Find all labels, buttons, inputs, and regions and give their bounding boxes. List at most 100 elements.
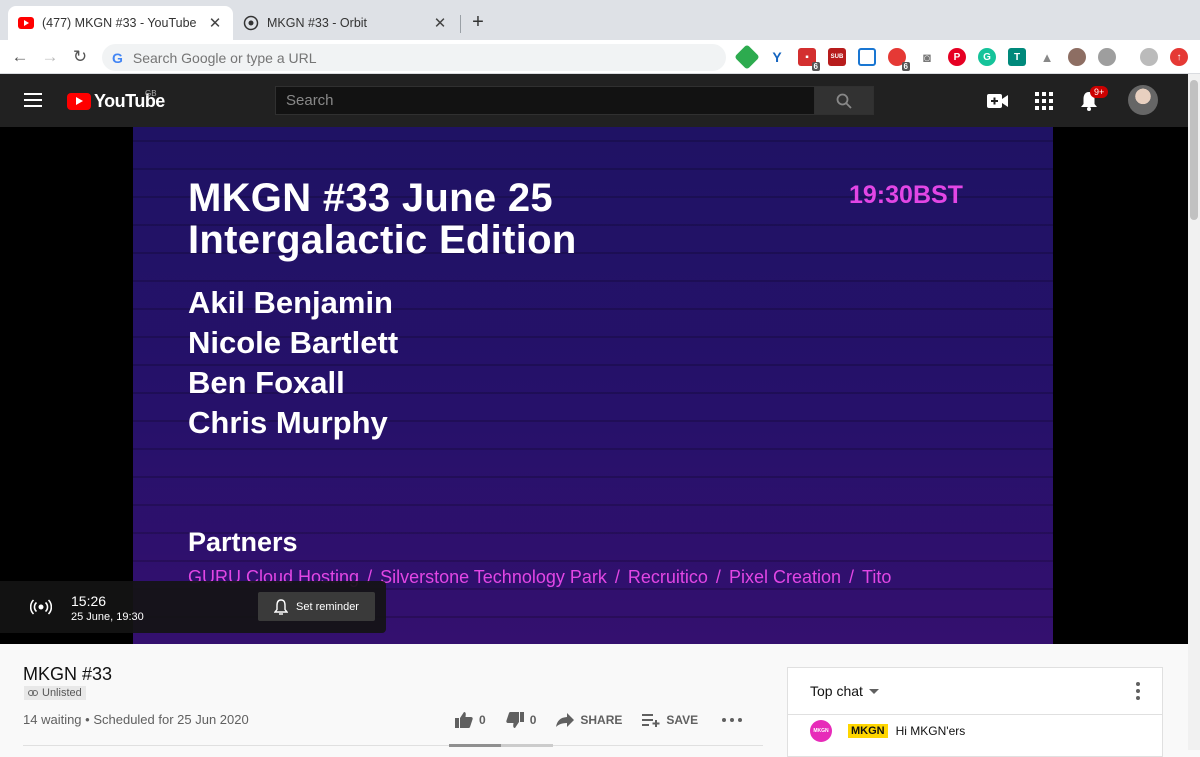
more-horizontal-icon [722,718,743,722]
youtube-favicon-icon [18,15,34,31]
slide-title-line-2: Intergalactic Edition [188,218,577,262]
extension-green-icon[interactable] [734,44,760,70]
extension-record-icon[interactable]: 6 [888,48,910,71]
youtube-logo[interactable]: YouTube GB [67,89,165,112]
sentiment-fill [449,744,501,747]
search-input[interactable] [276,87,814,114]
like-button[interactable]: 0 [455,712,486,728]
set-reminder-label: Set reminder [296,600,359,613]
link-icon [28,690,38,696]
new-tab-button[interactable]: + [468,11,488,35]
chat-avatar: MKGN [810,720,832,742]
extension-teal-icon[interactable]: T [1008,48,1026,66]
info-divider [23,745,763,746]
unlisted-badge: Unlisted [24,686,86,700]
menu-icon[interactable] [24,93,42,107]
google-g-icon: G [112,49,123,66]
close-tab-icon[interactable]: ✕ [432,14,448,32]
partners-heading: Partners [188,527,298,557]
extension-y-icon[interactable]: Y [768,48,786,66]
premiere-countdown: 15:26 [71,593,107,609]
back-arrow-icon[interactable]: ← [8,45,32,69]
extension-red-icon[interactable]: ▪ 6 [798,48,820,71]
speaker-name: Nicole Bartlett [188,325,399,360]
like-count: 0 [479,713,486,727]
save-label: SAVE [666,713,699,727]
tab-title: MKGN #33 - Orbit [267,16,368,30]
orbit-favicon-icon [243,15,259,31]
chat-more-options-icon[interactable] [1136,682,1140,700]
slide-title: MKGN #33 June 25 Intergalactic Edition [188,177,577,261]
video-player[interactable]: MKGN #33 June 25 Intergalactic Edition 1… [0,127,1188,644]
dislike-button[interactable]: 0 [506,712,537,728]
close-tab-icon[interactable]: ✕ [207,14,223,32]
chat-author-badge[interactable]: MKGN [848,724,888,738]
extension-triangle-icon[interactable]: ▲ [1038,48,1056,66]
extension-bubble-icon[interactable] [1098,48,1116,66]
forward-arrow-icon[interactable]: → [38,45,62,69]
set-reminder-button[interactable]: Set reminder [258,592,375,621]
save-button[interactable]: SAVE [642,713,698,727]
apps-grid-icon[interactable] [1032,89,1056,113]
create-video-icon[interactable] [986,89,1010,113]
cookie-icon[interactable] [1068,48,1086,66]
extension-subs-icon[interactable]: SUB [828,48,846,66]
chat-header[interactable]: Top chat [788,668,1162,715]
reload-icon[interactable]: ↻ [68,45,92,69]
slide-time: 19:30BST [849,181,963,209]
tab-title: (477) MKGN #33 - YouTube [42,16,197,30]
tab-youtube[interactable]: (477) MKGN #33 - YouTube ✕ [8,6,233,40]
chat-message: MKGN MKGN Hi MKGN'ers [788,715,1162,742]
address-bar[interactable]: G [102,44,726,71]
live-chat-panel: Top chat MKGN MKGN Hi MKGN'ers [787,667,1163,757]
speaker-name: Akil Benjamin [188,285,393,320]
thumbs-down-icon [506,712,524,728]
share-label: SHARE [580,713,623,727]
waiting-count: 14 waiting [23,712,82,727]
camera-icon[interactable]: ◙ [918,48,936,66]
speaker-name: Chris Murphy [188,405,388,440]
partner-name: Tito [862,567,892,587]
premiere-overlay: 15:26 25 June, 19:30 Set reminder [0,581,386,633]
youtube-play-icon [67,93,91,110]
browser-toolbar: ← → ↻ G Y ▪6 SUB 6 ◙ P G T ▲ ↑ [0,40,1200,74]
search-icon [836,93,852,109]
dropdown-caret-icon[interactable] [868,688,879,694]
youtube-masthead: YouTube GB [0,74,1188,127]
tab-separator [460,15,461,33]
page-scrollbar[interactable] [1188,74,1200,750]
video-title: MKGN #33 [23,664,113,684]
slide-title-line-1: MKGN #33 June 25 [188,176,553,220]
partner-name: Pixel Creation [728,567,841,587]
bell-icon [274,598,288,615]
thumbs-up-icon [455,712,473,728]
scrollbar-thumb[interactable] [1190,80,1198,220]
dislike-count: 0 [529,713,537,727]
pinterest-icon[interactable]: P [948,48,966,66]
share-arrow-icon [556,713,575,727]
account-avatar[interactable] [1128,85,1158,115]
profile-avatar-icon[interactable] [1140,48,1158,66]
chat-message-text: Hi MKGN'ers [895,724,966,738]
chat-mode-label: Top chat [810,683,863,699]
video-slide: MKGN #33 June 25 Intergalactic Edition 1… [133,127,1053,644]
scheduled-date: Scheduled for 25 Jun 2020 [93,712,249,727]
tab-strip: (477) MKGN #33 - YouTube ✕ MKGN #33 - Or… [0,0,1200,40]
more-actions-button[interactable] [722,718,748,722]
tab-orbit[interactable]: MKGN #33 - Orbit ✕ [233,6,458,40]
share-button[interactable]: SHARE [556,713,622,727]
extension-grid-icon[interactable] [858,48,876,66]
speaker-name: Ben Foxall [188,365,345,400]
grammarly-icon[interactable]: G [978,48,996,66]
video-actions: 0 0 SHARE SAVE [455,712,768,728]
search-button[interactable] [814,86,874,115]
update-icon[interactable]: ↑ [1170,48,1188,66]
sentiment-bar [449,744,553,747]
premiere-date: 25 June, 19:30 [71,611,144,623]
video-info-area: MKGN #33 Unlisted 14 waiting • Scheduled… [0,644,1188,757]
speaker-list: Akil Benjamin Nicole Bartlett Ben Foxall… [188,283,398,443]
country-code: GB [145,89,157,98]
playlist-add-icon [642,714,660,727]
address-input[interactable] [132,49,693,66]
search-box [275,86,815,115]
